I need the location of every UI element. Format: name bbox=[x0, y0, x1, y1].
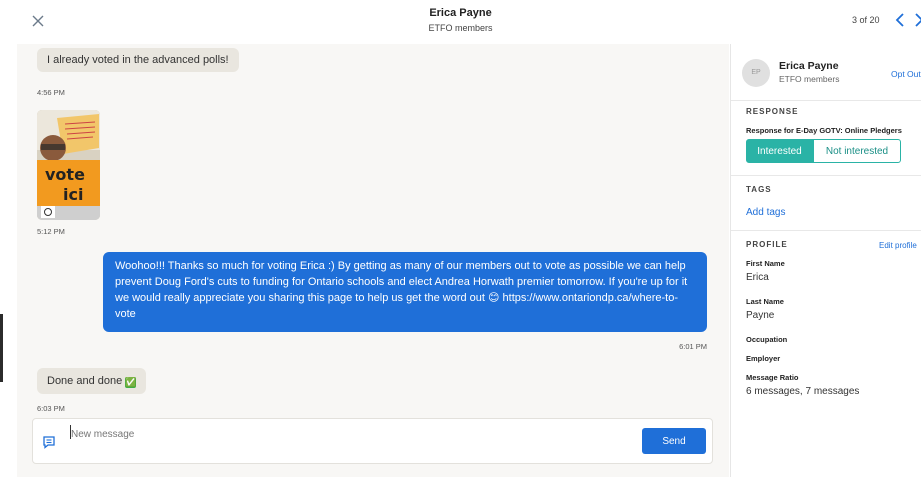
check-emoji-icon: ✅ bbox=[125, 377, 137, 388]
message-text: Done and done bbox=[47, 375, 123, 387]
last-name-label: Last Name bbox=[746, 297, 784, 306]
message-composer: Send bbox=[32, 418, 713, 464]
contact-details-panel: EP Erica Payne ETFO members Opt Out RESP… bbox=[730, 44, 921, 477]
add-tags-link[interactable]: Add tags bbox=[746, 207, 785, 218]
message-time: 4:56 PM bbox=[37, 88, 65, 97]
opt-out-link[interactable]: Opt Out bbox=[891, 69, 921, 79]
section-divider bbox=[731, 100, 921, 101]
image-text: vote bbox=[45, 165, 85, 184]
panel-contact-group: ETFO members bbox=[779, 74, 840, 84]
chevron-left-icon[interactable] bbox=[893, 11, 907, 29]
first-name-value: Erica bbox=[746, 272, 769, 283]
chevron-right-icon[interactable] bbox=[912, 11, 921, 29]
response-question: Response for E-Day GOTV: Online Pledgers bbox=[746, 126, 902, 135]
message-time: 6:01 PM bbox=[679, 342, 707, 351]
profile-section-title: PROFILE bbox=[746, 240, 788, 249]
employer-label: Employer bbox=[746, 354, 781, 363]
message-ratio-value: 6 messages, 7 messages bbox=[746, 386, 860, 397]
not-interested-button[interactable]: Not interested bbox=[813, 139, 901, 163]
send-button[interactable]: Send bbox=[642, 428, 706, 454]
interested-button[interactable]: Interested bbox=[746, 139, 813, 163]
contact-group: ETFO members bbox=[428, 23, 493, 33]
new-message-input[interactable] bbox=[71, 425, 631, 443]
outgoing-message: Woohoo!!! Thanks so much for voting Eric… bbox=[103, 252, 707, 332]
message-text: I already voted in the advanced polls! bbox=[47, 54, 229, 66]
occupation-label: Occupation bbox=[746, 335, 788, 344]
edge-divider bbox=[0, 314, 3, 382]
message-text: Woohoo!!! Thanks so much for voting Eric… bbox=[115, 260, 688, 320]
section-divider bbox=[731, 175, 921, 176]
pager-count: 3 of 20 bbox=[852, 15, 880, 25]
image-text: ici bbox=[63, 185, 83, 204]
last-name-value: Payne bbox=[746, 310, 775, 321]
tags-section-title: TAGS bbox=[746, 185, 772, 194]
message-ratio-label: Message Ratio bbox=[746, 373, 799, 382]
incoming-image-message[interactable]: vote ici bbox=[37, 110, 100, 220]
avatar: EP bbox=[742, 59, 770, 87]
section-divider bbox=[731, 230, 921, 231]
edit-profile-link[interactable]: Edit profile bbox=[879, 241, 917, 250]
contact-name: Erica Payne bbox=[429, 7, 492, 19]
panel-contact-name: Erica Payne bbox=[779, 60, 839, 72]
message-time: 6:03 PM bbox=[37, 404, 65, 413]
message-time: 5:12 PM bbox=[37, 227, 65, 236]
message-template-icon[interactable] bbox=[42, 435, 56, 449]
incoming-message: Done and done ✅ bbox=[37, 368, 147, 394]
conversation-header: Erica Payne ETFO members 3 of 20 bbox=[0, 0, 921, 44]
first-name-label: First Name bbox=[746, 259, 785, 268]
response-section-title: RESPONSE bbox=[746, 107, 799, 116]
incoming-message: I already voted in the advanced polls! bbox=[37, 48, 239, 72]
vote-photo-image: vote ici bbox=[37, 110, 100, 220]
